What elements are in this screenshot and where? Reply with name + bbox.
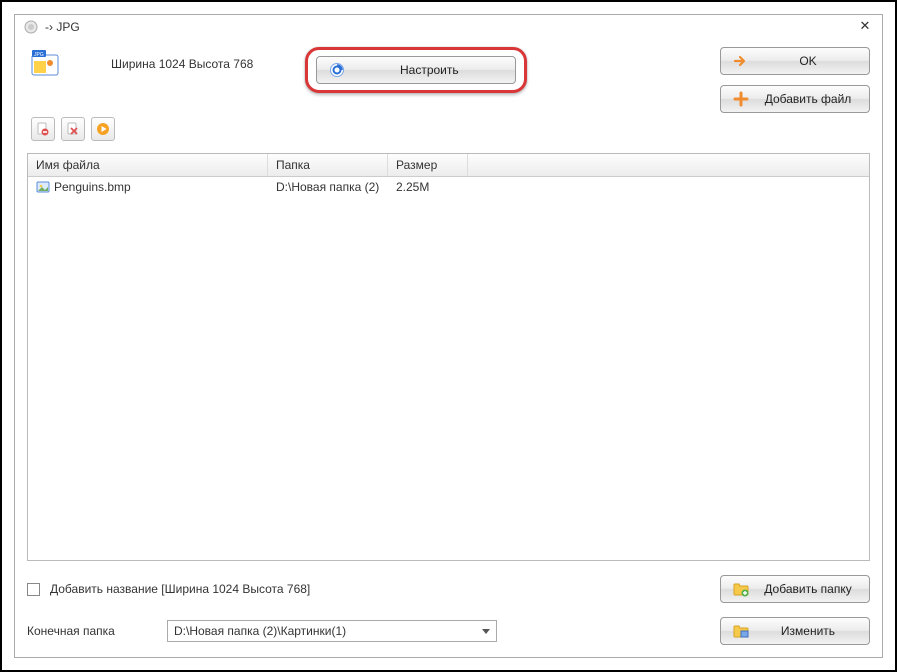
settings-highlight: Настроить bbox=[305, 47, 527, 93]
plus-icon bbox=[733, 91, 749, 107]
col-folder[interactable]: Папка bbox=[268, 154, 388, 176]
dialog-window: -› JPG ✕ JPG Ширина 1024 Высота 768 Наст… bbox=[14, 14, 883, 658]
add-folder-label: Добавить папку bbox=[759, 582, 857, 596]
change-folder-button[interactable]: Изменить bbox=[720, 617, 870, 645]
file-x-icon bbox=[66, 122, 80, 136]
col-size[interactable]: Размер bbox=[388, 154, 468, 176]
add-file-button[interactable]: Добавить файл bbox=[720, 85, 870, 113]
col-filename[interactable]: Имя файла bbox=[28, 154, 268, 176]
dimensions-label: Ширина 1024 Высота 768 bbox=[111, 57, 253, 71]
remove-file-button[interactable] bbox=[31, 117, 55, 141]
settings-button[interactable]: Настроить bbox=[316, 56, 516, 84]
jpg-format-icon: JPG bbox=[31, 49, 59, 77]
table-body[interactable]: Penguins.bmp D:\Новая папка (2) 2.25M bbox=[28, 177, 869, 560]
close-button[interactable]: ✕ bbox=[856, 19, 874, 35]
dest-folder-select[interactable]: D:\Новая папка (2)\Картинки(1) bbox=[167, 620, 497, 642]
small-toolbar bbox=[15, 115, 882, 147]
add-title-label: Добавить название [Ширина 1024 Высота 76… bbox=[50, 582, 310, 596]
cell-size: 2.25M bbox=[388, 178, 468, 196]
folder-open-icon bbox=[733, 623, 749, 639]
titlebar: -› JPG ✕ bbox=[15, 15, 882, 39]
cell-filename: Penguins.bmp bbox=[54, 180, 131, 194]
add-folder-button[interactable]: Добавить папку bbox=[720, 575, 870, 603]
file-table: Имя файла Папка Размер Penguins.bmp D:\Н… bbox=[27, 153, 870, 561]
tutorial-frame: -› JPG ✕ JPG Ширина 1024 Высота 768 Наст… bbox=[0, 0, 897, 672]
bottom-panel: Добавить название [Ширина 1024 Высота 76… bbox=[15, 567, 882, 657]
arrow-right-icon bbox=[733, 53, 749, 69]
app-icon bbox=[23, 19, 39, 35]
folder-plus-icon bbox=[733, 581, 749, 597]
dest-folder-caption: Конечная папка bbox=[27, 624, 157, 638]
col-spacer bbox=[468, 154, 869, 176]
cell-folder: D:\Новая папка (2) bbox=[268, 178, 388, 196]
play-preview-button[interactable] bbox=[91, 117, 115, 141]
ok-label: OK bbox=[759, 54, 857, 68]
gear-icon bbox=[329, 62, 345, 78]
settings-label: Настроить bbox=[355, 63, 503, 77]
image-file-icon bbox=[36, 180, 50, 194]
window-title: -› JPG bbox=[45, 20, 80, 34]
table-row[interactable]: Penguins.bmp D:\Новая папка (2) 2.25M bbox=[28, 177, 869, 197]
change-folder-label: Изменить bbox=[759, 624, 857, 638]
file-minus-icon bbox=[36, 122, 50, 136]
ok-button[interactable]: OK bbox=[720, 47, 870, 75]
dest-folder-value: D:\Новая папка (2)\Картинки(1) bbox=[174, 624, 346, 638]
play-icon bbox=[96, 122, 110, 136]
clear-list-button[interactable] bbox=[61, 117, 85, 141]
add-title-checkbox[interactable] bbox=[27, 583, 40, 596]
add-file-label: Добавить файл bbox=[759, 92, 857, 106]
svg-text:JPG: JPG bbox=[34, 52, 44, 58]
table-header: Имя файла Папка Размер bbox=[28, 154, 869, 177]
top-area: JPG Ширина 1024 Высота 768 Настроить OK bbox=[15, 39, 882, 115]
